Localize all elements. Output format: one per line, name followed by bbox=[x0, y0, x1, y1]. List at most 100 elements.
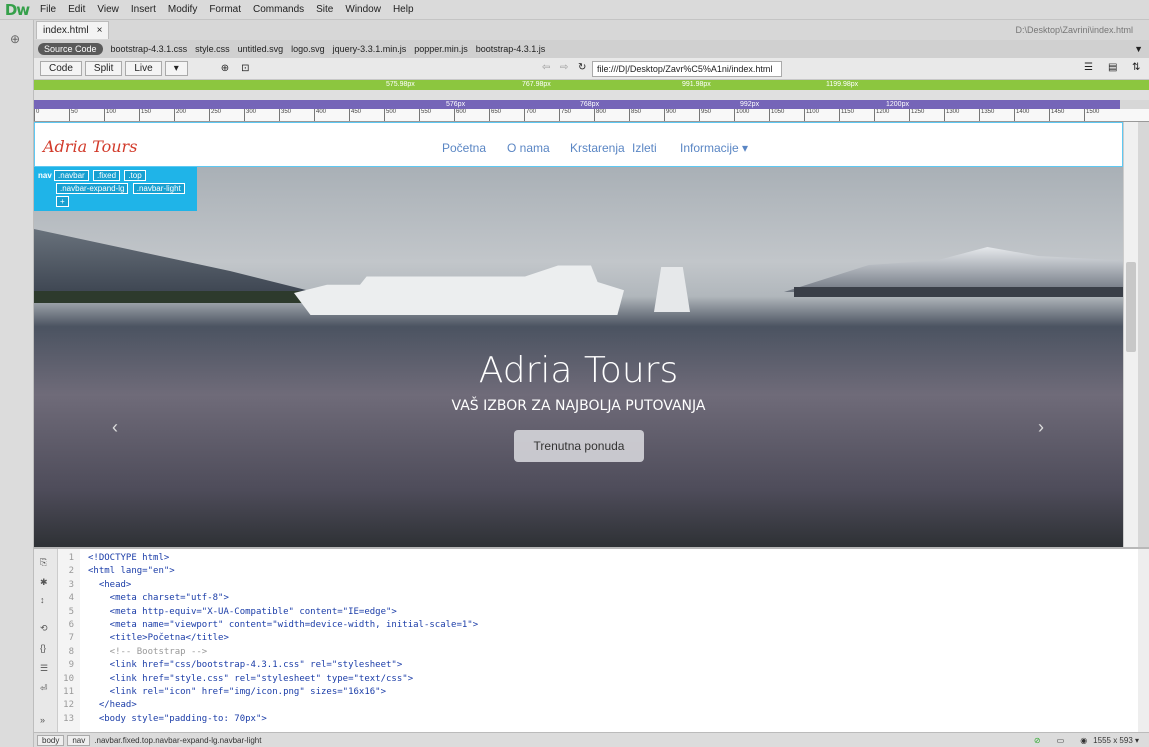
sort-icon[interactable]: ⇅ bbox=[1132, 62, 1140, 73]
ruler-tick: 450 bbox=[349, 109, 361, 121]
class-tag[interactable]: .navbar-expand-lg bbox=[56, 183, 129, 194]
related-file[interactable]: bootstrap-4.3.1.js bbox=[476, 44, 546, 54]
structure-icon[interactable]: ☰ bbox=[1084, 62, 1093, 73]
media-query-bar-max: 575.98px 767.98px 991.98px 1199.98px bbox=[34, 80, 1149, 90]
code-line[interactable]: <link rel="icon" href="img/icon.png" siz… bbox=[88, 687, 386, 697]
menu-insert[interactable]: Insert bbox=[125, 4, 162, 15]
nav-link-pocetna[interactable]: Početna bbox=[442, 141, 486, 155]
live-dropdown-icon[interactable]: ▾ bbox=[164, 61, 188, 76]
line-number: 5 bbox=[68, 606, 74, 617]
related-file[interactable]: style.css bbox=[195, 44, 230, 54]
expand-icon[interactable]: ↕ bbox=[40, 595, 45, 605]
tag-selector-body[interactable]: body bbox=[37, 734, 65, 746]
element-tag: nav bbox=[38, 171, 52, 180]
preview-icon[interactable]: ⊡ bbox=[241, 63, 249, 74]
tag-selector-nav[interactable]: nav bbox=[67, 734, 91, 746]
ruler-tick: 0 bbox=[34, 109, 39, 121]
related-file[interactable]: jquery-3.3.1.min.js bbox=[333, 44, 407, 54]
class-tag[interactable]: .navbar bbox=[54, 170, 89, 181]
related-file[interactable]: logo.svg bbox=[291, 44, 325, 54]
nav-link-krstarenja[interactable]: Krstarenja bbox=[570, 141, 625, 155]
menu-help[interactable]: Help bbox=[387, 4, 420, 15]
open-document-icon[interactable]: ⎘ bbox=[40, 557, 47, 568]
close-icon[interactable]: × bbox=[97, 25, 103, 36]
code-editor[interactable]: <!DOCTYPE html> <html lang="en"> <head> <… bbox=[80, 549, 1138, 732]
ruler-tick: 1050 bbox=[769, 109, 784, 121]
carousel-prev-icon[interactable]: ‹ bbox=[112, 417, 118, 438]
tag-selector-classes[interactable]: .navbar.fixed.top.navbar-expand-lg.navba… bbox=[94, 736, 261, 745]
nav-link-o-nama[interactable]: O nama bbox=[507, 141, 550, 155]
ruler-tick: 300 bbox=[244, 109, 256, 121]
code-line[interactable]: <!-- Bootstrap --> bbox=[88, 647, 208, 657]
tag-icon[interactable]: ⟲ bbox=[40, 623, 48, 634]
forward-icon[interactable]: ⇨ bbox=[560, 62, 568, 73]
file-path: D:\Desktop\Zavrini\index.html bbox=[1015, 25, 1133, 35]
code-line[interactable]: <link href="css/bootstrap-4.3.1.css" rel… bbox=[88, 660, 403, 670]
braces-icon[interactable]: {} bbox=[40, 643, 46, 653]
code-line[interactable]: <!DOCTYPE html> bbox=[88, 553, 169, 563]
menu-window[interactable]: Window bbox=[339, 4, 387, 15]
breakpoint-max[interactable]: 1199.98px bbox=[826, 80, 858, 90]
menu-file[interactable]: File bbox=[34, 4, 62, 15]
class-tag[interactable]: .fixed bbox=[92, 170, 121, 181]
menu-site[interactable]: Site bbox=[310, 4, 339, 15]
breakpoint-min[interactable]: 768px bbox=[580, 100, 599, 109]
menu-modify[interactable]: Modify bbox=[162, 4, 203, 15]
ruler-tick: 550 bbox=[419, 109, 431, 121]
menu-format[interactable]: Format bbox=[203, 4, 247, 15]
code-line[interactable]: <meta name="viewport" content="width=dev… bbox=[88, 620, 478, 630]
related-file[interactable]: bootstrap-4.3.1.css bbox=[111, 44, 188, 54]
nav-link-izleti[interactable]: Izleti bbox=[632, 141, 657, 155]
breakpoint-min[interactable]: 1200px bbox=[886, 100, 909, 109]
hero-shore-right bbox=[794, 287, 1123, 297]
menu-edit[interactable]: Edit bbox=[62, 4, 91, 15]
indent-icon[interactable]: ☰ bbox=[40, 663, 48, 674]
code-scrollbar[interactable] bbox=[1138, 549, 1149, 732]
related-file[interactable]: popper.min.js bbox=[414, 44, 468, 54]
menu-view[interactable]: View bbox=[91, 4, 125, 15]
breakpoint-min[interactable]: 992px bbox=[740, 100, 759, 109]
refresh-icon[interactable]: ↻ bbox=[578, 62, 586, 73]
line-number: 2 bbox=[68, 566, 74, 577]
document-tab[interactable]: index.html × bbox=[36, 21, 110, 39]
breakpoint-max[interactable]: 991.98px bbox=[682, 80, 711, 90]
filter-icon[interactable]: ▼ bbox=[1134, 44, 1143, 54]
code-line[interactable]: </head> bbox=[88, 700, 137, 710]
split-view-button[interactable]: Split bbox=[84, 61, 123, 76]
site-brand-logo[interactable]: Adria Tours bbox=[43, 137, 137, 156]
breakpoint-min[interactable]: 576px bbox=[446, 100, 465, 109]
current-offer-button[interactable]: Trenutna ponuda bbox=[514, 430, 644, 462]
class-tag[interactable]: .navbar-light bbox=[132, 183, 185, 194]
address-input[interactable]: file:///D|/Desktop/Zavr%C5%A1ni/index.ht… bbox=[592, 61, 782, 77]
live-view-button[interactable]: Live bbox=[125, 61, 162, 76]
code-line[interactable]: <body style="padding-to: 70px"> bbox=[88, 714, 267, 724]
code-line[interactable]: <meta http-equiv="X-UA-Compatible" conte… bbox=[88, 607, 397, 617]
scrollbar-thumb[interactable] bbox=[1126, 262, 1136, 352]
insert-icon[interactable]: ⊕ bbox=[10, 32, 20, 46]
code-view-button[interactable]: Code bbox=[40, 61, 82, 76]
window-size[interactable]: 1555 x 593 ▾ bbox=[1093, 736, 1139, 745]
code-line[interactable]: <meta charset="utf-8"> bbox=[88, 593, 229, 603]
nav-link-informacije[interactable]: Informacije ▾ bbox=[680, 141, 748, 155]
inspect-icon[interactable]: ⊕ bbox=[221, 63, 229, 74]
code-line[interactable]: <html lang="en"> bbox=[88, 566, 175, 576]
breakpoint-max[interactable]: 575.98px bbox=[386, 80, 415, 90]
menu-commands[interactable]: Commands bbox=[247, 4, 310, 15]
window-size-icon[interactable]: ▭ bbox=[1057, 736, 1065, 745]
add-class-button[interactable]: + bbox=[56, 196, 69, 207]
collapse-icon[interactable]: ✱ bbox=[40, 577, 48, 588]
carousel-next-icon[interactable]: › bbox=[1038, 417, 1044, 438]
breakpoint-max[interactable]: 767.98px bbox=[522, 80, 551, 90]
options-icon[interactable]: ▤ bbox=[1108, 62, 1117, 73]
back-icon[interactable]: ⇦ bbox=[542, 62, 550, 73]
class-tag[interactable]: .top bbox=[124, 170, 146, 181]
code-line[interactable]: <head> bbox=[88, 580, 132, 590]
related-file[interactable]: untitled.svg bbox=[238, 44, 284, 54]
code-line[interactable]: <title>Početna</title> bbox=[88, 633, 229, 643]
design-scrollbar[interactable] bbox=[1123, 122, 1138, 547]
ruler-tick: 1000 bbox=[734, 109, 749, 121]
wrap-icon[interactable]: ⏎ bbox=[40, 683, 48, 694]
source-code-button[interactable]: Source Code bbox=[38, 43, 103, 55]
more-icon[interactable]: » bbox=[40, 715, 45, 725]
code-line[interactable]: <link href="style.css" rel="stylesheet" … bbox=[88, 674, 413, 684]
